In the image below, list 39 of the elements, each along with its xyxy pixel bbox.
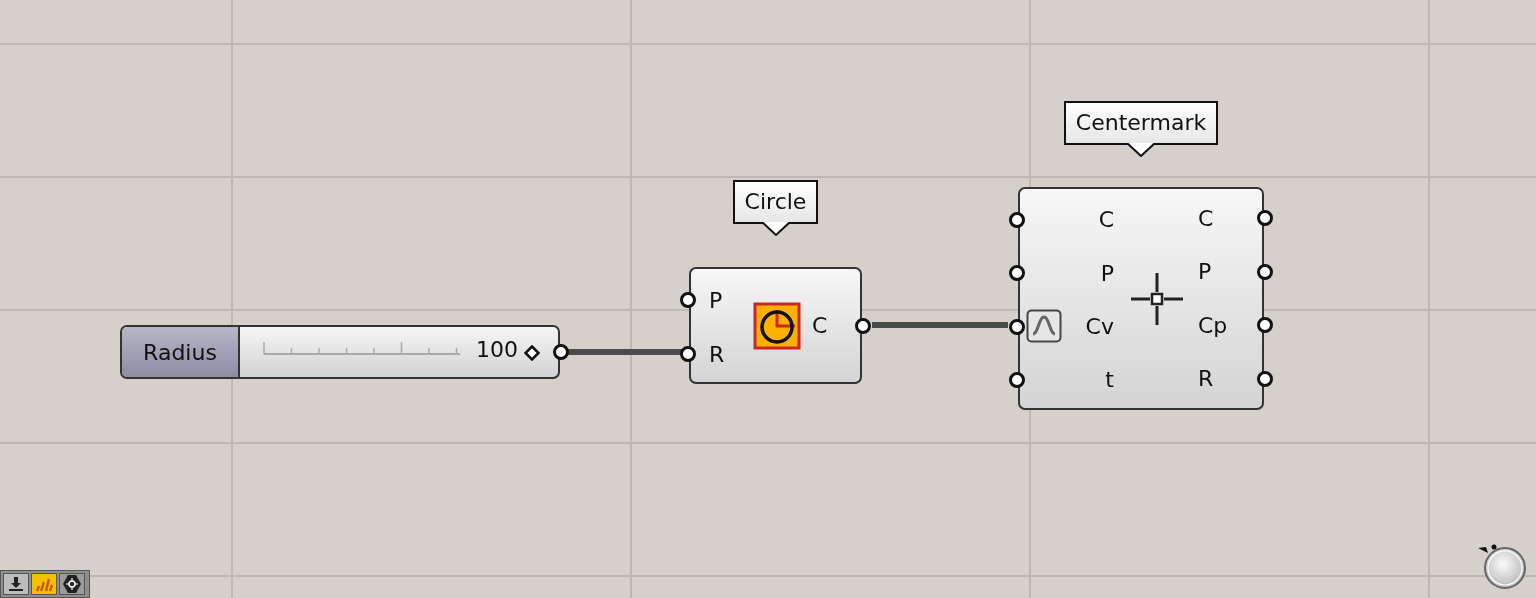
output-name: Cp — [1198, 312, 1228, 338]
input-name: P — [1100, 260, 1114, 286]
component-node[interactable]: P R C — [689, 267, 862, 384]
input-grip[interactable] — [1009, 371, 1025, 388]
bars-icon — [35, 576, 53, 592]
output-name: P — [1198, 259, 1212, 285]
download-icon — [8, 576, 24, 592]
slider-value: 100 — [476, 337, 518, 362]
tag-pointer-icon — [760, 222, 791, 236]
slider-label: Radius — [122, 327, 240, 377]
hexagon-target-icon — [62, 574, 82, 594]
output-grip[interactable] — [1257, 210, 1273, 227]
slider-grip[interactable] — [524, 345, 540, 361]
output-name: R — [1198, 366, 1214, 392]
crosshair-icon — [1129, 270, 1185, 327]
output-grip[interactable] — [1257, 317, 1273, 334]
input-grip[interactable] — [680, 346, 696, 362]
display-mode-button[interactable] — [59, 573, 85, 595]
output-name: C — [812, 313, 828, 338]
component-name-tag: Circle — [732, 180, 819, 224]
output-name: C — [1198, 205, 1214, 231]
input-name: Cv — [1085, 313, 1114, 339]
input-name: P — [709, 287, 723, 313]
output-grip[interactable] — [553, 344, 569, 360]
bake-button[interactable] — [3, 573, 29, 595]
tag-pointer-icon — [1126, 143, 1156, 157]
input-name: R — [709, 341, 725, 367]
navigation-widget-icon[interactable] — [1476, 542, 1528, 590]
input-grip[interactable] — [680, 292, 696, 308]
input-grip[interactable] — [1009, 211, 1025, 228]
input-name: t — [1105, 367, 1114, 393]
component-name-tag: Centermark — [1063, 101, 1219, 145]
input-grip[interactable] — [1009, 265, 1025, 282]
input-grip[interactable] — [1009, 318, 1025, 335]
circle-component-icon — [752, 301, 801, 350]
number-slider[interactable]: Radius 100 — [120, 325, 560, 379]
input-name: C — [1098, 207, 1114, 233]
preview-button[interactable] — [31, 573, 57, 595]
component-node[interactable]: C P Cv t C P Cp R — [1018, 187, 1264, 410]
